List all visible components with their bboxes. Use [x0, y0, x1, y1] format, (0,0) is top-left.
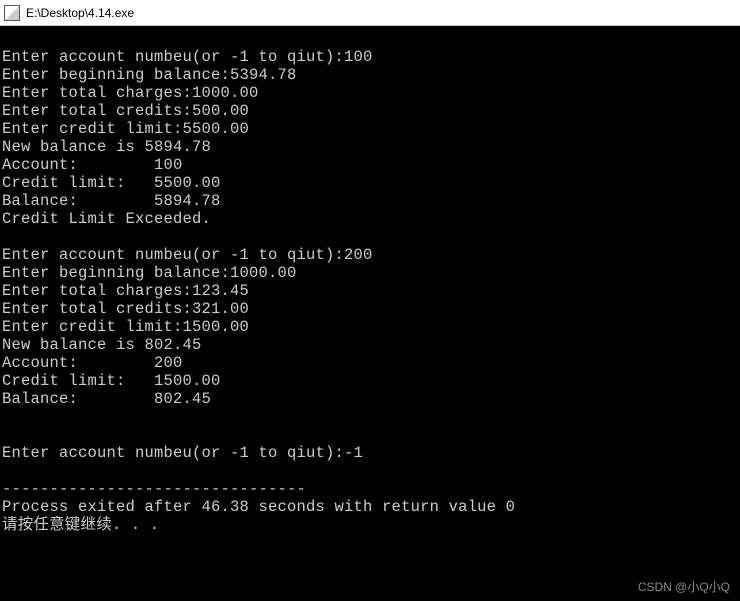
console-line: Balance: 5894.78 — [2, 192, 221, 210]
console-line: Enter total charges:123.45 — [2, 282, 249, 300]
console-line: Enter account numbeu(or -1 to qiut):200 — [2, 246, 373, 264]
console-line: 请按任意键继续. . . — [2, 516, 159, 534]
console-line: Credit Limit Exceeded. — [2, 210, 211, 228]
console-line: Enter account numbeu(or -1 to qiut):-1 — [2, 444, 363, 462]
console-line: Enter beginning balance:5394.78 — [2, 66, 297, 84]
watermark: CSDN @小Q小Q — [638, 578, 730, 595]
app-icon — [4, 5, 20, 21]
console-line: New balance is 5894.78 — [2, 138, 211, 156]
console-line: Credit limit: 5500.00 — [2, 174, 221, 192]
console-line: Enter account numbeu(or -1 to qiut):100 — [2, 48, 373, 66]
console-line: New balance is 802.45 — [2, 336, 202, 354]
console-line: Enter credit limit:5500.00 — [2, 120, 249, 138]
console-line: Credit limit: 1500.00 — [2, 372, 221, 390]
console-output[interactable]: Enter account numbeu(or -1 to qiut):100 … — [0, 26, 740, 538]
console-line: Balance: 802.45 — [2, 390, 211, 408]
console-line: Account: 100 — [2, 156, 183, 174]
window-titlebar: E:\Desktop\4.14.exe — [0, 0, 740, 26]
console-line: Enter total credits:321.00 — [2, 300, 249, 318]
window-title: E:\Desktop\4.14.exe — [26, 6, 134, 20]
console-line: Enter beginning balance:1000.00 — [2, 264, 297, 282]
console-line: -------------------------------- — [2, 480, 306, 498]
console-line: Process exited after 46.38 seconds with … — [2, 498, 515, 516]
console-line: Account: 200 — [2, 354, 183, 372]
console-line: Enter total credits:500.00 — [2, 102, 249, 120]
console-line: Enter credit limit:1500.00 — [2, 318, 249, 336]
console-line: Enter total charges:1000.00 — [2, 84, 259, 102]
